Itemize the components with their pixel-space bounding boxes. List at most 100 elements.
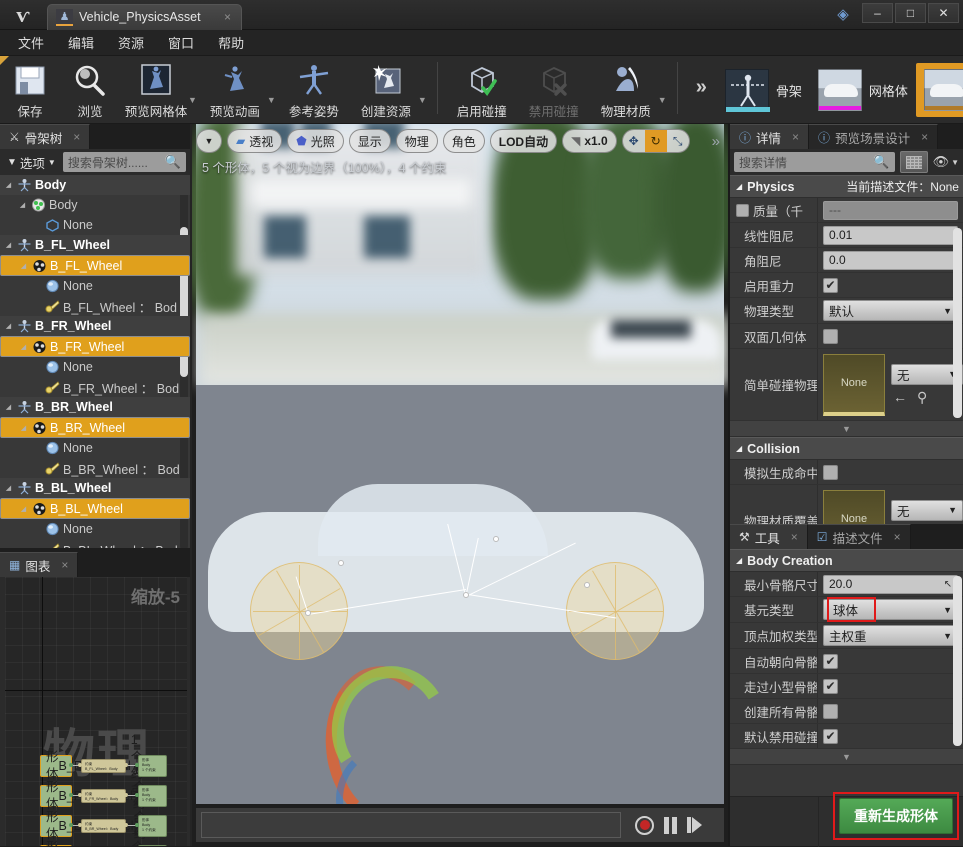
scale-icon[interactable]: ⤡ [667,130,689,152]
layers-icon[interactable]: ◈ [833,5,853,25]
tree-row[interactable]: ◢ B_FL_Wheel [0,235,190,255]
property-checkbox[interactable]: ✔ [823,277,838,293]
simulation-timeline[interactable] [201,812,621,838]
graph-node-pin[interactable] [78,763,82,767]
tree-row[interactable]: ◢ B_BR_Wheel [0,397,190,417]
rotate-icon[interactable]: ↻ [644,130,667,152]
constraint-handle[interactable] [584,582,590,588]
property-checkbox[interactable] [823,328,838,344]
toolbar-button-reference-pose[interactable]: 参考姿势 [278,56,350,120]
tree-row[interactable]: ◢ B_BL_Wheel [0,478,190,498]
viewport-3d-scene[interactable]: Z X Y [192,124,728,804]
visibility-options-button[interactable]: 👁 ▼ [933,154,959,170]
toolbar-button-save[interactable]: 保存 [0,56,60,120]
mode-button-physics[interactable]: 物理 [915,63,963,117]
tree-row[interactable]: B_BR_Wheel ： Bod [0,458,190,478]
property-select[interactable]: 默认 ▼ [823,300,958,321]
tab-详情[interactable]: ⓘ 详情 × [730,124,810,149]
viewport-button-显示[interactable]: 显示 [348,129,391,153]
viewport-button-物理[interactable]: 物理 [395,129,438,153]
tree-expander[interactable]: ◢ [4,403,13,411]
property-text-input[interactable]: --- [823,200,958,220]
search-icon[interactable]: 🔍 [165,154,181,170]
toolbar-button-create-asset[interactable]: 创建资源 [350,56,422,120]
close-button[interactable]: ✕ [928,3,959,23]
graph-node-constraint[interactable]: 约束 B_BR_Wheel：Body [81,819,126,833]
graph-node-target-body[interactable]: 形体Body1 个约束 [138,755,167,777]
close-icon[interactable]: × [894,530,901,544]
mode-button-skeleton[interactable]: 骨架 [717,63,810,117]
chevron-down-icon[interactable]: ▼ [267,71,276,105]
toolbar-button-preview-mesh[interactable]: 预览网格体 [120,56,192,120]
constraint-handle[interactable] [463,592,469,598]
pause-button[interactable] [664,816,677,834]
vehicle-preview-mesh[interactable] [208,484,708,804]
tree-row[interactable]: ◢ B_BL_Wheel [0,498,190,519]
tree-expander[interactable]: ◢ [18,201,27,209]
tree-expander[interactable]: ◢ [4,241,13,249]
toolbar-button-browse[interactable]: 浏览 [60,56,120,120]
tree-row[interactable]: B_FR_Wheel ： Bod [0,377,190,397]
toolbar-button-preview-animation[interactable]: 预览动画 [199,56,271,120]
property-text-input[interactable]: 0.0 [823,250,958,270]
close-icon[interactable]: × [921,130,928,144]
search-icon[interactable]: 🔍 [873,154,889,170]
graph-node-body[interactable]: 形体B_FR_Wheel1 个约束 [40,763,145,828]
tab-预览场景设计[interactable]: ⓘ 预览场景设计 × [809,124,939,149]
menu-item-3[interactable]: 窗口 [158,30,204,55]
details-property-list[interactable]: ◢ Physics 当前描述文件：None 质量（千 --- 线性阻尼 0.01 角阻尼 0.0… [730,175,963,524]
tree-row[interactable]: None [0,357,190,377]
asset-thumbnail[interactable]: None [823,353,885,416]
property-select[interactable]: 主权重 ▼ [823,625,958,646]
asset-thumbnail[interactable]: None [823,489,885,524]
tree-row[interactable]: ◢ B_FR_Wheel [0,316,190,336]
graph-canvas[interactable]: 缩放-5 物理 形体B_FL_Wheel1 个约束形体B_FR_Wheel1 个… [5,577,187,846]
maximize-button[interactable]: □ [895,3,926,23]
graph-node-pin[interactable] [78,823,82,827]
property-text-input[interactable]: 0.01 [823,225,958,245]
property-checkbox[interactable] [823,703,838,719]
tree-expander[interactable]: ◢ [19,343,28,351]
details-scrollbar-thumb[interactable] [953,228,962,418]
property-enable-checkbox[interactable] [736,203,749,217]
tree-row[interactable]: None [0,276,190,296]
menu-item-0[interactable]: 文件 [8,30,54,55]
constraint-handle[interactable] [493,536,499,542]
tree-expander[interactable]: ◢ [4,181,13,189]
tree-row[interactable]: ◢ B_BR_Wheel [0,417,190,438]
browse-icon[interactable]: ⚲ [917,389,927,406]
tab-描述文件[interactable]: ☑ 描述文件 × [807,524,911,549]
close-icon[interactable]: × [791,530,798,544]
constraint-handle[interactable] [338,560,344,566]
tab-skeleton-tree[interactable]: ⚔ 骨架树 × [0,124,91,149]
graph-node-target-body[interactable]: 形体Body1 个约束 [138,785,167,807]
section-expander[interactable]: ▼ [730,421,963,437]
tree-row[interactable]: None [0,438,190,458]
graph-node-pin[interactable] [135,823,139,827]
property-checkbox[interactable]: ✔ [823,678,838,694]
category-header-Physics[interactable]: ◢ Physics 当前描述文件：None [730,175,963,198]
grid-view-icon[interactable] [899,151,928,173]
graph-node-pin[interactable] [135,793,139,797]
translate-icon[interactable]: ✥ [623,130,645,152]
viewport-button-光照[interactable]: ⬟ 光照 [287,129,344,153]
close-icon[interactable]: × [792,130,799,144]
mode-button-mesh[interactable]: 网格体 [810,63,916,117]
details-search-input[interactable]: 搜索详情 🔍 [734,152,895,172]
menu-item-4[interactable]: 帮助 [208,30,254,55]
property-select[interactable]: 球体 ▼ [823,597,958,622]
spinner-icon[interactable]: ↖ [944,579,952,590]
step-button[interactable] [687,817,702,833]
tree-expander[interactable]: ◢ [19,505,28,513]
tree-expander[interactable]: ◢ [4,322,13,330]
tree-row[interactable]: B_FL_Wheel ： Bod [0,296,190,316]
graph-node-pin[interactable] [78,793,82,797]
category-header-Collision[interactable]: ◢ Collision [730,437,963,460]
tree-row[interactable]: None [0,215,190,235]
viewport-button-角色[interactable]: 角色 [442,129,485,153]
chevron-down-icon[interactable]: ▼ [418,71,427,105]
constraint-handle[interactable] [305,610,311,616]
chevron-down-icon[interactable]: ▼ [658,71,667,105]
tree-expander[interactable]: ◢ [4,484,13,492]
tools-section-expander[interactable]: ▼ [730,749,963,765]
